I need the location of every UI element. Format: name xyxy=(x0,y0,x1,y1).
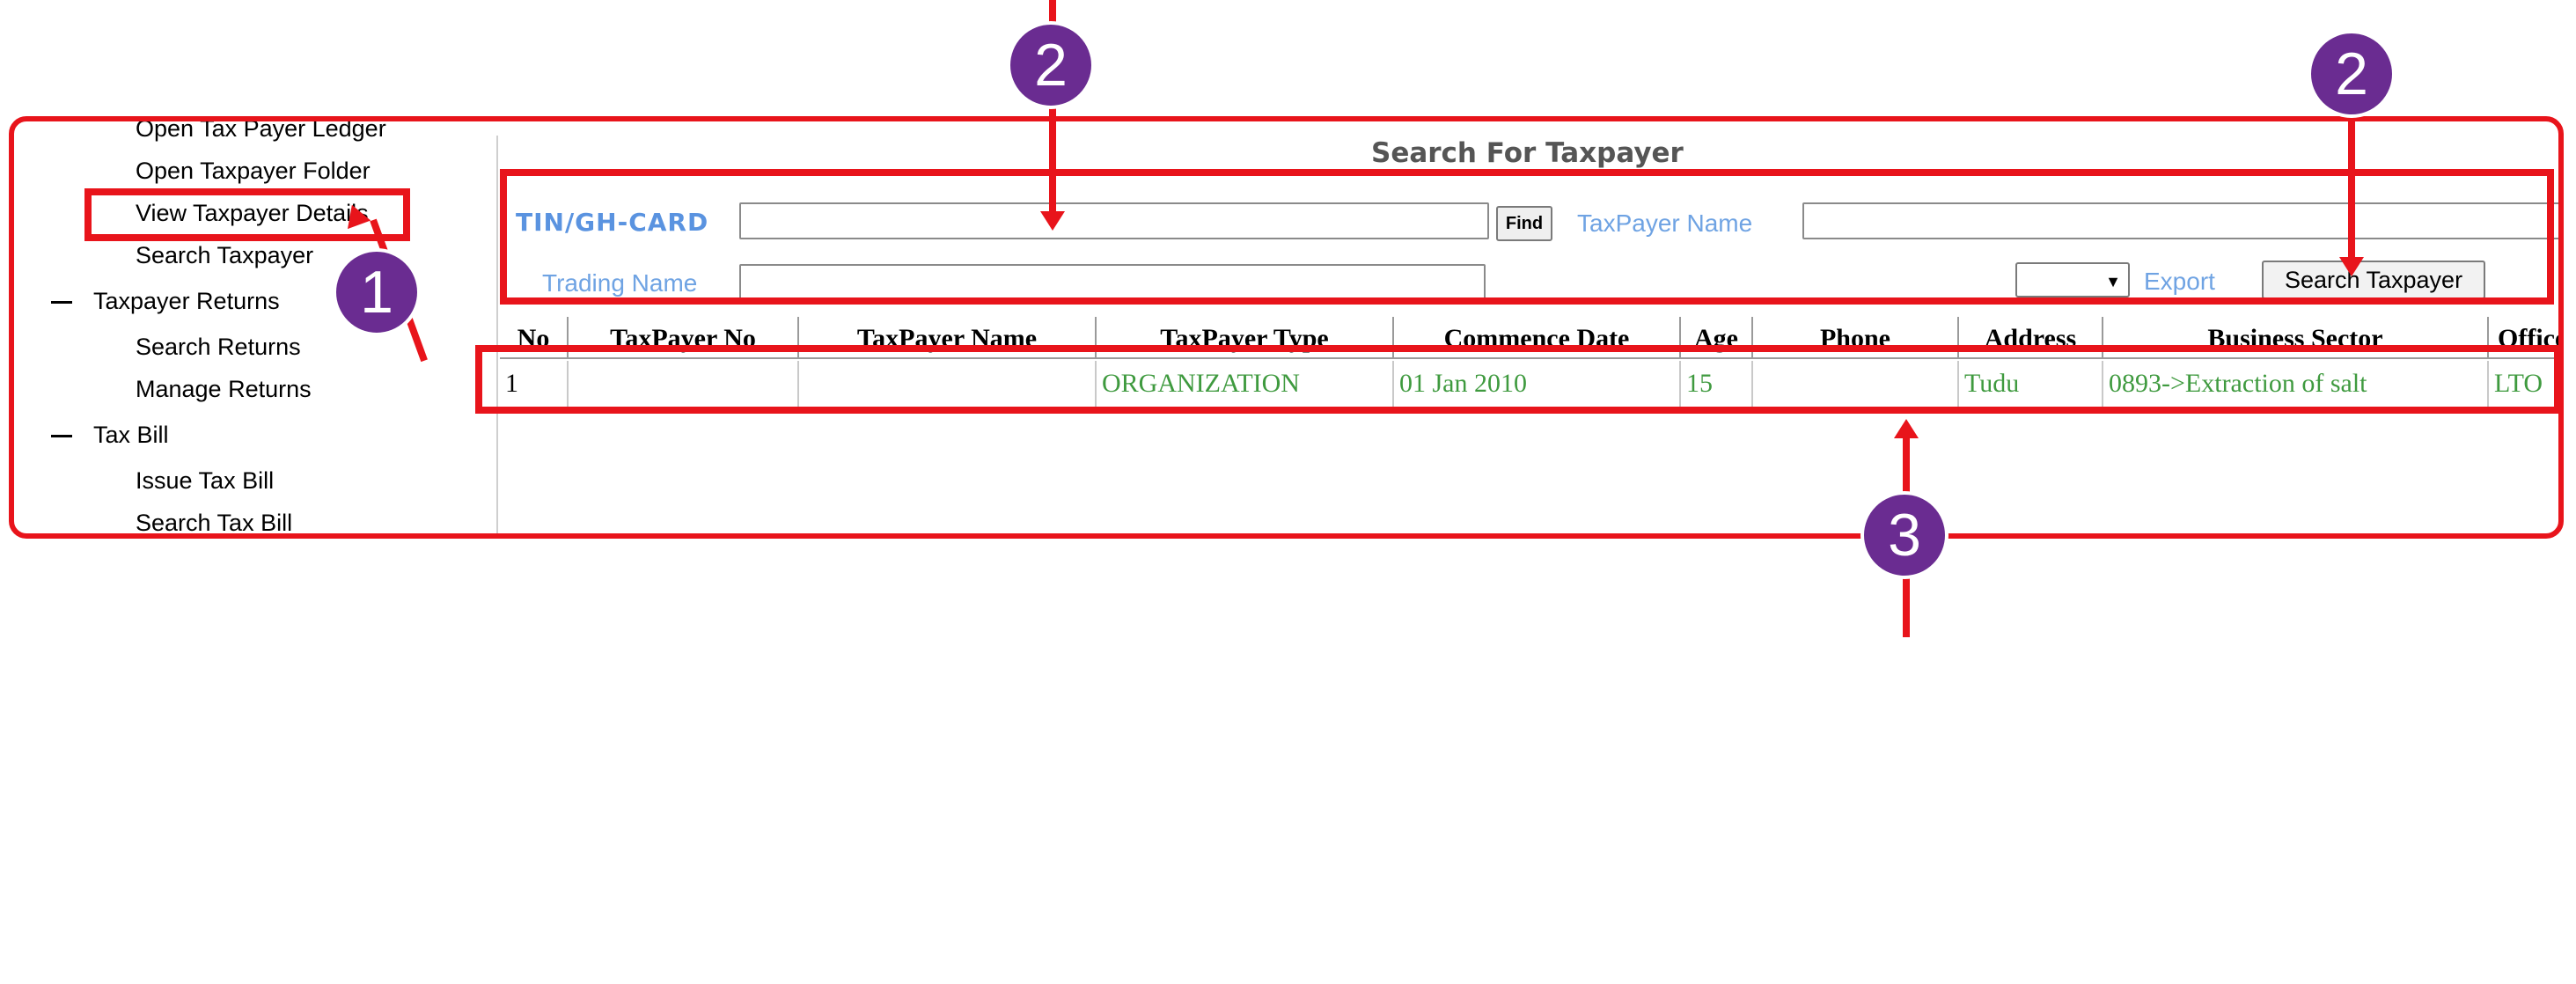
sidebar-group-tax-bill[interactable]: Tax Bill xyxy=(51,421,169,449)
page-title: Search For Taxpayer xyxy=(1371,137,1684,169)
step-badge-2-right: 2 xyxy=(2308,30,2396,118)
arrow-head-icon xyxy=(1894,419,1919,438)
sidebar-item-search-tax-bill[interactable]: Search Tax Bill xyxy=(136,509,292,533)
sidebar-item-open-taxpayer-folder[interactable]: Open Taxpayer Folder xyxy=(136,157,371,185)
sidebar-item-open-tax-payer-ledger[interactable]: Open Tax Payer Ledger xyxy=(136,121,386,143)
step-badge-2-left: 2 xyxy=(1007,21,1095,109)
sidebar-divider xyxy=(496,136,498,533)
collapse-minus-icon[interactable] xyxy=(51,301,72,305)
sidebar-item-issue-tax-bill[interactable]: Issue Tax Bill xyxy=(136,466,274,495)
sidebar-item-search-taxpayer[interactable]: Search Taxpayer xyxy=(136,241,313,269)
step-badge-3: 3 xyxy=(1860,491,1949,579)
step-badge-1: 1 xyxy=(333,248,421,336)
highlight-search-form xyxy=(500,169,2554,305)
sidebar-nav: Open Tax Payer Ledger Open Taxpayer Fold… xyxy=(14,121,498,533)
sidebar-item-search-returns[interactable]: Search Returns xyxy=(136,333,301,361)
arrow-head-icon xyxy=(2339,257,2364,276)
sidebar-group-taxpayer-returns[interactable]: Taxpayer Returns xyxy=(51,287,280,315)
sidebar-group-label: Tax Bill xyxy=(93,422,169,448)
frame-reflection: Search Tax Bill Issue Tax Bill Tax Bill xyxy=(9,546,2564,660)
arrow-2-right xyxy=(2348,106,2355,262)
arrow-head-icon xyxy=(1040,211,1065,231)
sidebar-group-label: Taxpayer Returns xyxy=(93,288,280,314)
sidebar-item-manage-returns[interactable]: Manage Returns xyxy=(136,375,312,403)
highlight-results-row xyxy=(475,345,2561,414)
collapse-minus-icon[interactable] xyxy=(51,435,72,438)
